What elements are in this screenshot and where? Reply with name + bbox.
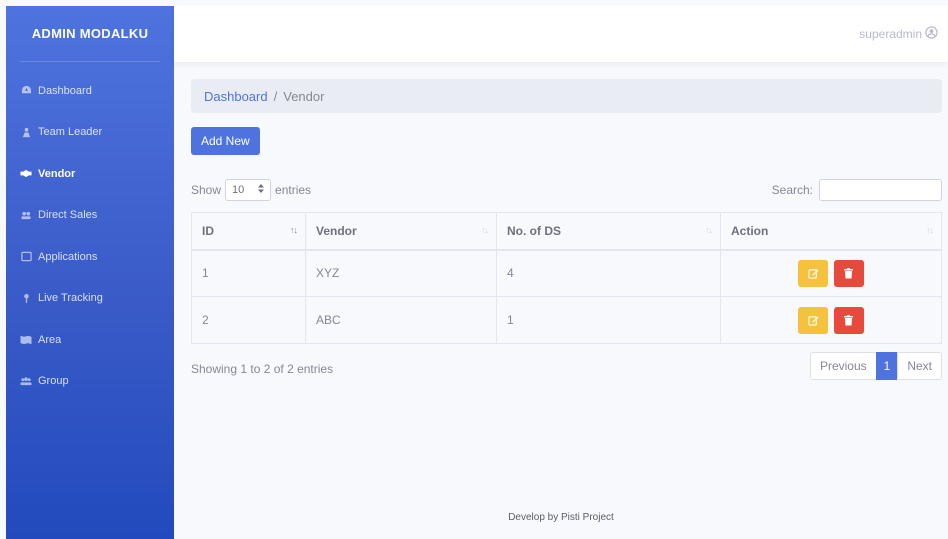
main-content: Dashboard / Vendor Add New Show 10 entri… — [191, 79, 942, 380]
table-row: 2 ABC 1 — [191, 296, 942, 344]
previous-page-button[interactable]: Previous — [809, 352, 877, 380]
user-menu[interactable]: superadmin — [859, 26, 938, 42]
page-size-value: 10 — [232, 184, 245, 196]
page-1-button[interactable]: 1 — [875, 352, 899, 380]
sidebar-item-label: Applications — [38, 250, 98, 263]
sidebar-item-vendor[interactable]: Vendor — [6, 153, 174, 195]
show-label: Show — [191, 183, 222, 197]
entries-label: entries — [275, 183, 312, 197]
sidebar-item-live-tracking[interactable]: Live Tracking — [6, 278, 174, 320]
add-new-button[interactable]: Add New — [191, 127, 260, 155]
delete-button[interactable] — [833, 306, 864, 334]
cell-actions — [720, 249, 942, 297]
cell-ds: 4 — [496, 249, 721, 297]
search-input[interactable] — [819, 179, 942, 201]
search-label: Search: — [771, 183, 813, 197]
user-circle-icon — [925, 26, 938, 42]
footer: Develop by Pisti Project — [508, 512, 614, 523]
topbar: superadmin — [174, 6, 948, 62]
sidebar: ADMIN MODALKU Dashboard Team Leader Vend… — [6, 6, 174, 539]
sidebar-item-area[interactable]: Area — [6, 319, 174, 361]
sort-icon: ↑↓ — [481, 225, 489, 235]
sidebar-item-label: Live Tracking — [38, 292, 103, 305]
breadcrumb: Dashboard / Vendor — [191, 79, 942, 113]
team-icon — [20, 126, 32, 138]
users-icon — [20, 209, 32, 221]
dashboard-icon — [20, 85, 32, 97]
table-controls: Show 10 entries Search: — [191, 178, 942, 202]
pagination: Previous 1 Next — [809, 352, 942, 380]
delete-button[interactable] — [833, 259, 864, 287]
sidebar-item-applications[interactable]: Applications — [6, 236, 174, 278]
username: superadmin — [859, 27, 922, 41]
edit-icon — [808, 269, 819, 279]
cell-ds: 1 — [496, 296, 721, 344]
edit-button[interactable] — [798, 259, 829, 287]
edit-icon — [808, 315, 819, 326]
trash-icon — [844, 267, 854, 279]
brand-title[interactable]: ADMIN MODALKU — [20, 6, 160, 62]
page-size-control: Show 10 entries — [191, 178, 311, 202]
sort-icon: ↑↓ — [705, 225, 713, 235]
cell-id: 2 — [191, 296, 306, 344]
page-size-select[interactable]: 10 — [225, 179, 272, 201]
sidebar-item-label: Direct Sales — [38, 209, 98, 222]
sidebar-item-label: Team Leader — [38, 126, 103, 139]
sidebar-item-direct-sales[interactable]: Direct Sales — [6, 195, 174, 237]
column-header-vendor[interactable]: Vendor ↑↓ — [305, 212, 497, 251]
breadcrumb-separator: / — [273, 88, 278, 104]
sort-icon: ↑↓ — [926, 225, 934, 235]
sort-asc-icon: ↑↓ — [290, 225, 298, 235]
breadcrumb-current: Vendor — [283, 88, 325, 104]
column-header-action[interactable]: Action ↑↓ — [720, 212, 942, 251]
table-header-row: ID ↑↓ Vendor ↑↓ No. of DS ↑↓ Action ↑↓ — [191, 212, 942, 251]
column-header-id[interactable]: ID ↑↓ — [191, 212, 306, 251]
edit-button[interactable] — [798, 306, 829, 334]
cell-actions — [720, 296, 942, 344]
breadcrumb-dashboard-link[interactable]: Dashboard — [204, 89, 268, 104]
select-arrows-icon — [258, 184, 265, 196]
cell-vendor: XYZ — [305, 249, 497, 297]
sidebar-item-label: Group — [38, 375, 69, 388]
sidebar-item-dashboard[interactable]: Dashboard — [6, 70, 174, 112]
table-info: Showing 1 to 2 of 2 entries — [191, 362, 334, 376]
app-frame: ADMIN MODALKU Dashboard Team Leader Vend… — [6, 6, 948, 539]
cell-vendor: ABC — [305, 296, 497, 344]
next-page-button[interactable]: Next — [897, 352, 942, 380]
table-row: 1 XYZ 4 — [191, 249, 942, 297]
window-icon — [20, 251, 32, 263]
sidebar-nav: Dashboard Team Leader Vendor Direct Sale… — [6, 70, 174, 402]
cell-id: 1 — [191, 249, 306, 297]
trash-icon — [844, 314, 854, 325]
sidebar-item-label: Area — [38, 333, 62, 346]
map-pin-icon — [20, 292, 32, 304]
sidebar-item-team-leader[interactable]: Team Leader — [6, 112, 174, 154]
group-icon — [20, 375, 32, 387]
vendor-table: ID ↑↓ Vendor ↑↓ No. of DS ↑↓ Action ↑↓ 1… — [191, 212, 942, 344]
sidebar-item-group[interactable]: Group — [6, 361, 174, 403]
search-control: Search: — [772, 178, 942, 202]
map-icon — [20, 334, 32, 346]
handshake-icon — [20, 168, 32, 180]
sidebar-item-label: Vendor — [38, 167, 76, 180]
sidebar-item-label: Dashboard — [38, 84, 92, 97]
column-header-ds[interactable]: No. of DS ↑↓ — [496, 212, 721, 251]
